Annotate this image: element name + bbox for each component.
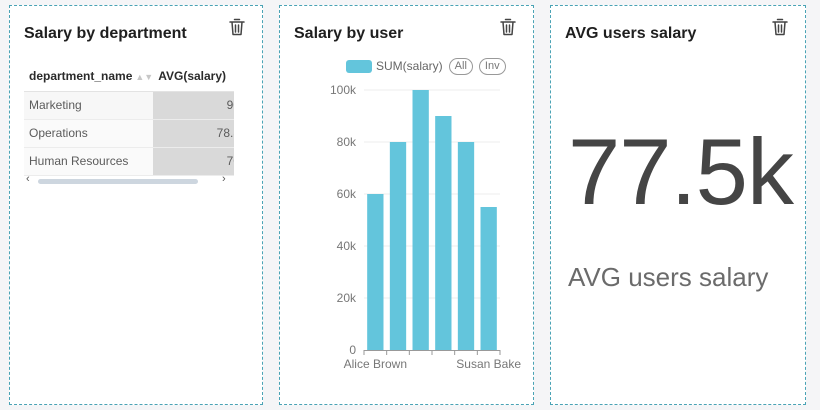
cell-salary: 70k bbox=[153, 147, 234, 176]
y-tick-label: 60k bbox=[337, 187, 357, 201]
trash-icon[interactable] bbox=[772, 18, 788, 36]
big-number-value: 77.5k bbox=[568, 119, 794, 224]
y-tick-label: 0 bbox=[349, 343, 356, 357]
trash-icon[interactable] bbox=[229, 18, 245, 36]
department-table: department_name ▲▼ AVG(salary) Marketing … bbox=[24, 62, 234, 184]
chevron-right-icon[interactable]: › bbox=[222, 173, 226, 185]
bar[interactable] bbox=[457, 142, 475, 350]
bar[interactable] bbox=[367, 194, 384, 350]
horizontal-scrollbar[interactable]: ‹ › bbox=[26, 173, 232, 187]
card-title: Salary by department bbox=[24, 25, 187, 42]
y-tick-label: 80k bbox=[337, 135, 357, 149]
scrollbar-thumb[interactable] bbox=[38, 179, 198, 184]
x-tick-label: Susan Bake bbox=[456, 357, 521, 371]
salary-by-department-card: Salary by department department_name ▲▼ A… bbox=[9, 5, 263, 405]
sort-icon[interactable]: ▲▼ bbox=[135, 72, 153, 82]
table-row: Operations 78.3k bbox=[24, 119, 234, 148]
cell-salary: 90k bbox=[153, 91, 234, 120]
cell-salary: 78.3k bbox=[153, 119, 234, 148]
y-tick-label: 100k bbox=[330, 83, 357, 97]
cell-department: Marketing bbox=[24, 91, 154, 120]
chevron-left-icon[interactable]: ‹ bbox=[26, 173, 30, 185]
table-row: Marketing 90k bbox=[24, 91, 234, 120]
cell-department: Human Resources bbox=[24, 147, 154, 176]
table-row: Human Resources 70k bbox=[24, 147, 234, 176]
cell-department: Operations bbox=[24, 119, 154, 148]
y-tick-label: 40k bbox=[337, 239, 357, 253]
column-header-department[interactable]: department_name ▲▼ bbox=[24, 62, 154, 92]
x-tick-label: Alice Brown bbox=[344, 357, 407, 371]
bar[interactable] bbox=[435, 116, 452, 350]
salary-by-user-card: Salary by user SUM(salary) All Inv 0 20k 4… bbox=[279, 5, 534, 405]
salary-bar-chart: 0 20k 40k 60k 80k 100k Alice Brown Susan Bake bbox=[330, 83, 521, 371]
column-header-avg-salary[interactable]: AVG(salary) bbox=[153, 62, 234, 92]
y-tick-label: 20k bbox=[337, 291, 357, 305]
card-title: AVG users salary bbox=[565, 25, 697, 42]
bar[interactable] bbox=[389, 142, 407, 350]
avg-users-salary-card: AVG users salary 77.5k AVG users salary bbox=[550, 5, 806, 405]
bar[interactable] bbox=[412, 90, 429, 350]
big-number-subtitle: AVG users salary bbox=[568, 262, 769, 292]
bar[interactable] bbox=[480, 207, 497, 350]
